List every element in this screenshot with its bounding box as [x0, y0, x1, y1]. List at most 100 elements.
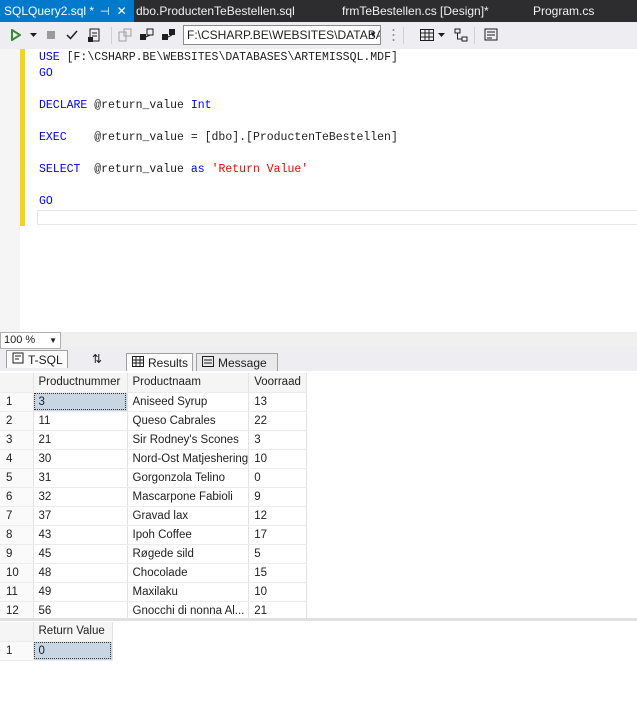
code-line[interactable]: SELECT @return_value as 'Return Value' — [39, 163, 308, 177]
grid-cell[interactable]: 45 — [33, 544, 128, 564]
grid-cell[interactable]: 48 — [33, 563, 128, 583]
grid-cell[interactable]: 10 — [248, 449, 308, 469]
row-number[interactable]: 6 — [0, 487, 34, 507]
grid-cell[interactable]: 22 — [248, 411, 308, 431]
column-header[interactable]: Voorraad — [248, 373, 308, 393]
grid-cell[interactable]: 10 — [248, 582, 308, 602]
grid-cell[interactable]: 11 — [33, 411, 128, 431]
sql-keyword: EXEC — [39, 131, 67, 144]
zoom-level: 100 % — [4, 334, 36, 346]
execute-icon[interactable] — [9, 27, 23, 43]
specify-values-icon[interactable] — [483, 27, 499, 43]
horizontal-scrollbar[interactable] — [63, 334, 637, 347]
grid-cell[interactable]: Gorgonzola Telino — [127, 468, 250, 488]
toolbar-overflow-icon[interactable] — [388, 27, 398, 43]
column-header[interactable]: Productnummer — [33, 373, 128, 393]
grid-cell[interactable]: 3 — [33, 392, 128, 412]
grid-cell[interactable]: Mascarpone Fabioli — [127, 487, 250, 507]
code-line[interactable]: GO — [39, 67, 53, 81]
execute-dropdown-icon[interactable] — [29, 27, 37, 43]
row-number[interactable]: 4 — [0, 449, 34, 469]
grid-cell[interactable]: Sir Rodney's Scones — [127, 430, 250, 450]
grid-cell[interactable]: Røgede sild — [127, 544, 250, 564]
include-plan-icon[interactable] — [139, 27, 155, 43]
sort-icon[interactable]: ⇅ — [92, 350, 102, 368]
client-stats-icon[interactable] — [161, 27, 177, 43]
table-row[interactable]: 4 30 Nord-Ost Matjeshering 10 — [0, 449, 308, 469]
table-row[interactable]: 7 37 Gravad lax 12 — [0, 506, 308, 526]
tab-tsql[interactable]: T-SQL — [6, 350, 68, 368]
database-selector[interactable]: F:\CSHARP.BE\WEBSITES\DATABA ▼ — [183, 25, 381, 45]
grid-cell[interactable]: Aniseed Syrup — [127, 392, 250, 412]
tab-sqlquery2[interactable]: SQLQuery2.sql * ⊣ ✕ — [0, 0, 134, 22]
row-number[interactable]: 5 — [0, 468, 34, 488]
code-line[interactable]: EXEC @return_value = [dbo].[ProductenTeB… — [39, 131, 398, 145]
grid-cell[interactable]: 13 — [248, 392, 308, 412]
table-row[interactable]: 11 49 Maxilaku 10 — [0, 582, 308, 602]
table-row[interactable]: 3 21 Sir Rodney's Scones 3 — [0, 430, 308, 450]
grid-cell[interactable]: Nord-Ost Matjeshering — [127, 449, 250, 469]
query-editor[interactable]: USE [F:\CSHARP.BE\WEBSITES\DATABASES\ART… — [0, 49, 637, 332]
tab-program-cs[interactable]: Program.cs — [533, 0, 594, 22]
comment-icon[interactable] — [453, 27, 469, 43]
table-row[interactable]: 2 11 Queso Cabrales 22 — [0, 411, 308, 431]
grid-cell[interactable]: 15 — [248, 563, 308, 583]
results-to-grid-icon[interactable] — [419, 27, 435, 43]
tab-frmtebestellen-design[interactable]: frmTeBestellen.cs [Design]* — [342, 0, 489, 22]
table-row[interactable]: 10 — [0, 641, 113, 661]
table-row[interactable]: 6 32 Mascarpone Fabioli 9 — [0, 487, 308, 507]
close-icon[interactable]: ✕ — [117, 4, 127, 18]
table-row[interactable]: 8 43 Ipoh Coffee 17 — [0, 525, 308, 545]
results-dropdown-icon[interactable] — [437, 27, 445, 43]
parse-checkmark-icon[interactable] — [65, 27, 79, 43]
table-row[interactable]: 5 31 Gorgonzola Telino 0 — [0, 468, 308, 488]
grid-cell[interactable]: 12 — [248, 506, 308, 526]
grid-cell[interactable]: 3 — [248, 430, 308, 450]
table-row[interactable]: 10 48 Chocolade 15 — [0, 563, 308, 583]
grid-cell[interactable]: Gravad lax — [127, 506, 250, 526]
grid-cell[interactable]: 37 — [33, 506, 128, 526]
tab-results[interactable]: Results — [126, 353, 193, 371]
code-line[interactable]: USE [F:\CSHARP.BE\WEBSITES\DATABASES\ART… — [39, 51, 398, 65]
column-header[interactable]: Return Value — [33, 622, 113, 642]
grid-cell[interactable]: 32 — [33, 487, 128, 507]
pin-icon[interactable]: ⊣ — [100, 6, 110, 18]
row-number[interactable]: 1 — [0, 641, 34, 661]
row-number[interactable]: 7 — [0, 506, 34, 526]
grid-cell[interactable]: Maxilaku — [127, 582, 250, 602]
grid-cell[interactable]: 0 — [33, 641, 113, 661]
results-grid-return-value[interactable]: Return Value 10 — [0, 622, 113, 661]
grid-cell[interactable]: 5 — [248, 544, 308, 564]
query-options-icon[interactable] — [117, 27, 133, 43]
code-line[interactable]: DECLARE @return_value Int — [39, 99, 212, 113]
row-number[interactable]: 1 — [0, 392, 34, 412]
table-row[interactable]: 1 3 Aniseed Syrup 13 — [0, 392, 308, 412]
display-plan-icon[interactable] — [87, 27, 103, 43]
results-panel: Productnummer Productnaam Voorraad 1 3 Anise… — [0, 371, 637, 715]
grid-cell[interactable]: Queso Cabrales — [127, 411, 250, 431]
grid-cell[interactable]: 9 — [248, 487, 308, 507]
grid-cell[interactable]: 21 — [33, 430, 128, 450]
row-number[interactable]: 8 — [0, 525, 34, 545]
row-number[interactable]: 10 — [0, 563, 34, 583]
zoom-selector[interactable]: 100 % ▼ — [0, 332, 61, 349]
row-number[interactable]: 3 — [0, 430, 34, 450]
table-row[interactable]: 9 45 Røgede sild 5 — [0, 544, 308, 564]
column-header[interactable]: Productnaam — [127, 373, 250, 393]
grid-cell[interactable]: 17 — [248, 525, 308, 545]
tab-productentebestellen[interactable]: dbo.ProductenTeBestellen.sql — [136, 0, 295, 22]
row-number[interactable]: 9 — [0, 544, 34, 564]
row-number[interactable]: 11 — [0, 582, 34, 602]
row-number[interactable]: 2 — [0, 411, 34, 431]
grid-cell[interactable]: 31 — [33, 468, 128, 488]
grid-cell[interactable]: Ipoh Coffee — [127, 525, 250, 545]
grid-cell[interactable]: 0 — [248, 468, 308, 488]
stop-icon[interactable] — [45, 27, 57, 43]
grid-cell[interactable]: 49 — [33, 582, 128, 602]
grid-cell[interactable]: 43 — [33, 525, 128, 545]
code-line[interactable]: GO — [39, 195, 53, 209]
results-grid-products[interactable]: Productnummer Productnaam Voorraad 1 3 Anise… — [0, 373, 308, 621]
tab-messages[interactable]: Message — [196, 353, 278, 371]
grid-cell[interactable]: 30 — [33, 449, 128, 469]
grid-cell[interactable]: Chocolade — [127, 563, 250, 583]
